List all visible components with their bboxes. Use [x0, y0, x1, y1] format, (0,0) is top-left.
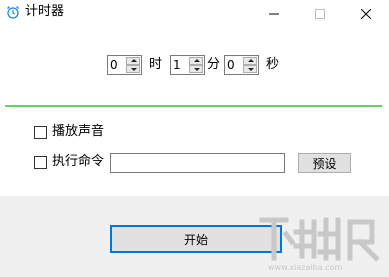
hours-up-button[interactable]: [126, 57, 140, 65]
minimize-button[interactable]: [251, 0, 297, 28]
run-command-label[interactable]: 执行命令: [52, 154, 104, 170]
up-arrow-icon: [194, 59, 200, 62]
up-arrow-icon: [248, 59, 254, 62]
minutes-up-button[interactable]: [189, 57, 203, 65]
run-command-checkbox[interactable]: [34, 156, 47, 169]
minutes-spinner[interactable]: 1: [170, 55, 205, 75]
minutes-spin-buttons: [189, 57, 203, 73]
hours-unit-label: 时: [149, 57, 163, 72]
close-button[interactable]: [343, 0, 389, 28]
hours-spin-buttons: [126, 57, 140, 73]
up-arrow-icon: [131, 59, 137, 62]
hours-down-button[interactable]: [126, 65, 140, 73]
title-bar: 计时器: [0, 0, 389, 28]
down-arrow-icon: [131, 68, 137, 71]
play-sound-label[interactable]: 播放声音: [52, 124, 104, 140]
separator-line: [5, 105, 382, 107]
minimize-icon: [269, 13, 279, 15]
seconds-up-button[interactable]: [243, 57, 257, 65]
seconds-spinner[interactable]: 0: [224, 55, 259, 75]
alarm-clock-icon: [7, 6, 19, 19]
seconds-down-button[interactable]: [243, 65, 257, 73]
minutes-unit-label: 分: [207, 57, 221, 72]
seconds-value[interactable]: 0: [227, 57, 235, 73]
close-icon: [361, 9, 371, 19]
hours-value[interactable]: 0: [110, 57, 118, 73]
watermark-logo: www.xiazaiba.com: [259, 217, 380, 272]
seconds-unit-label: 秒: [266, 57, 280, 72]
command-input[interactable]: [110, 153, 285, 173]
maximize-icon: [315, 9, 325, 19]
hours-spinner[interactable]: 0: [107, 55, 142, 75]
play-sound-checkbox[interactable]: [34, 126, 47, 139]
minutes-down-button[interactable]: [189, 65, 203, 73]
svg-text:www.xiazaiba.com: www.xiazaiba.com: [268, 263, 342, 272]
timer-window: 计时器 0 时 1 分 0 秒 播放声音 执行命令 预设 开始 www.xiaz…: [0, 0, 389, 277]
maximize-button[interactable]: [297, 0, 343, 28]
seconds-spin-buttons: [243, 57, 257, 73]
preset-button[interactable]: 预设: [298, 153, 351, 173]
down-arrow-icon: [194, 68, 200, 71]
window-title: 计时器: [25, 4, 65, 19]
minutes-value[interactable]: 1: [173, 57, 181, 73]
down-arrow-icon: [248, 68, 254, 71]
